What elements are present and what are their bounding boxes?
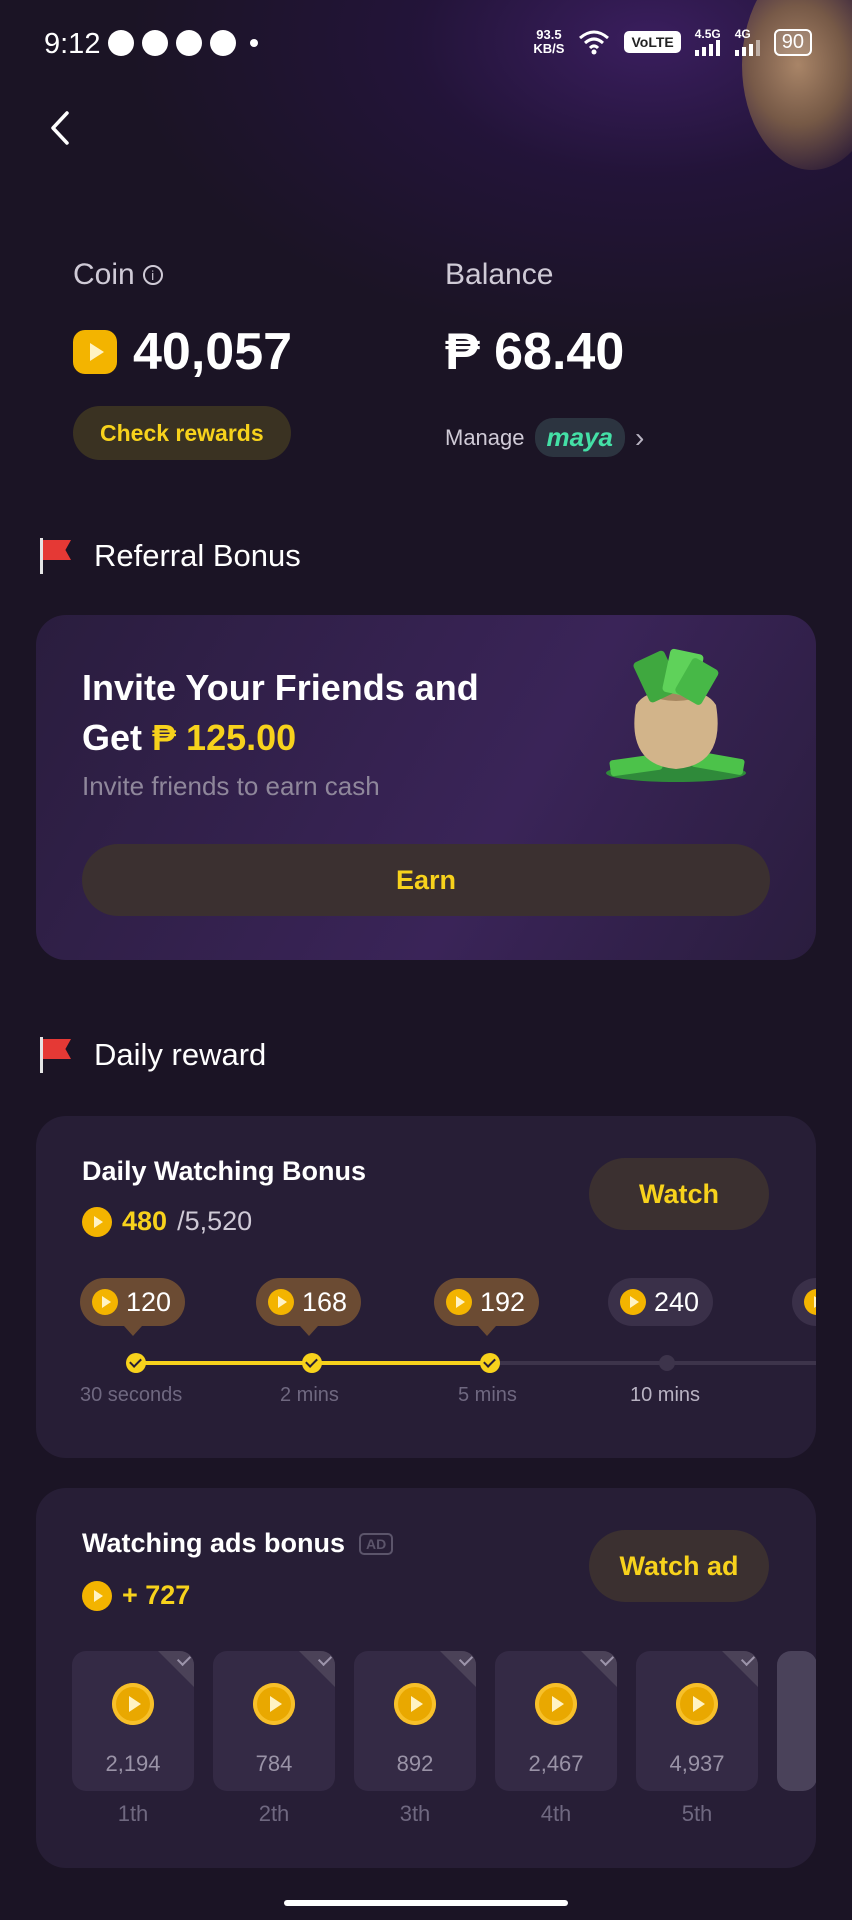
sim2-network: 4G bbox=[734, 28, 760, 56]
milestone-dot bbox=[659, 1355, 675, 1371]
network-speed: 93.5 KB/S bbox=[533, 27, 565, 56]
coin-amount: 40,057 bbox=[133, 323, 293, 381]
status-right: 93.5 KB/S VoLTE 4.5G 4G 90 bbox=[533, 28, 812, 56]
more-notifications-icon bbox=[250, 39, 258, 47]
daily-watching-title: Daily Watching Bonus bbox=[82, 1156, 367, 1186]
coin-label: Coin i bbox=[73, 258, 163, 292]
daily-progress: 480/5,520 bbox=[82, 1206, 252, 1237]
coin-icon bbox=[804, 1289, 816, 1315]
flag-icon bbox=[36, 536, 74, 576]
ad-reward-tile: 4,937 bbox=[636, 1651, 758, 1791]
coin-icon bbox=[268, 1289, 294, 1315]
milestone-dot bbox=[126, 1353, 146, 1373]
ad-tile-label: 5th bbox=[681, 1801, 713, 1826]
notification-icons bbox=[108, 30, 258, 56]
manage-label: Manage bbox=[445, 424, 525, 450]
coin-icon bbox=[253, 1683, 295, 1725]
ad-tag: AD bbox=[359, 1532, 394, 1555]
milestone-dot bbox=[302, 1353, 322, 1373]
ad-reward-tile: 2,194 bbox=[72, 1651, 194, 1791]
status-bar: 9:12 93.5 KB/S VoLTE 4.5G 4G 90 bbox=[0, 0, 852, 92]
watch-ad-button[interactable]: Watch ad bbox=[589, 1530, 769, 1602]
coin-balance: 40,057 bbox=[73, 322, 292, 382]
ads-title: Watching ads bonus AD bbox=[82, 1528, 394, 1559]
ads-bonus: + 727 bbox=[82, 1580, 190, 1611]
timeline-remaining-line bbox=[493, 1361, 816, 1365]
progress-total: /5,520 bbox=[177, 1206, 253, 1236]
milestone-badge-partial bbox=[792, 1278, 816, 1326]
coin-icon bbox=[535, 1683, 577, 1725]
milestone-badge: 120 bbox=[80, 1278, 186, 1336]
referral-reward: ₱ 125.00 bbox=[152, 717, 297, 758]
messenger-icon bbox=[108, 30, 134, 56]
flag-icon bbox=[36, 1035, 74, 1075]
referral-subtitle: Invite friends to earn cash bbox=[82, 771, 380, 801]
ad-tile-label: 3th bbox=[399, 1801, 431, 1826]
battery-indicator: 90 bbox=[773, 28, 812, 56]
ad-reward-tile-partial bbox=[777, 1651, 816, 1791]
slack-icon bbox=[210, 30, 236, 56]
messenger-icon bbox=[142, 30, 168, 56]
watching-ads-card: Watching ads bonus AD + 727 Watch ad 2,1… bbox=[36, 1488, 816, 1868]
coin-icon bbox=[73, 330, 117, 374]
milestone-time: 5 mins bbox=[458, 1384, 517, 1406]
coin-icon bbox=[92, 1289, 118, 1315]
watch-button[interactable]: Watch bbox=[589, 1158, 769, 1230]
info-icon[interactable]: i bbox=[142, 265, 163, 285]
signal-bars-icon bbox=[734, 40, 760, 56]
coin-icon bbox=[112, 1683, 154, 1725]
balance-amount: ₱ 68.40 bbox=[445, 323, 625, 381]
ad-reward-tile: 892 bbox=[354, 1651, 476, 1791]
coin-icon bbox=[676, 1683, 718, 1725]
coin-icon bbox=[394, 1683, 436, 1725]
chevron-left-icon bbox=[51, 111, 69, 145]
milestone-time: 2 mins bbox=[280, 1384, 339, 1406]
earn-button[interactable]: Earn bbox=[82, 844, 770, 916]
manage-maya-link[interactable]: Manage maya › bbox=[445, 418, 644, 457]
ad-reward-tile: 784 bbox=[213, 1651, 335, 1791]
back-button[interactable] bbox=[40, 104, 80, 152]
ad-reward-tile: 2,467 bbox=[495, 1651, 617, 1791]
coin-icon bbox=[82, 1206, 112, 1237]
money-bag-icon bbox=[606, 648, 746, 782]
milestone-badge: 192 bbox=[434, 1278, 540, 1336]
coin-icon bbox=[82, 1580, 112, 1611]
maya-logo: maya bbox=[534, 418, 626, 457]
milestone-time: 10 mins bbox=[630, 1384, 701, 1406]
signal-bars-icon bbox=[694, 40, 721, 56]
coin-icon bbox=[620, 1289, 646, 1315]
milestone-dot bbox=[480, 1353, 500, 1373]
progress-current: 480 bbox=[122, 1206, 168, 1236]
volte-badge: VoLTE bbox=[624, 31, 681, 53]
home-indicator[interactable] bbox=[284, 1900, 568, 1906]
daily-section-title: Daily reward bbox=[36, 1035, 266, 1075]
referral-title: Invite Your Friends and Get ₱ 125.00 bbox=[82, 667, 479, 758]
milestone-badge: 240 bbox=[608, 1278, 714, 1326]
daily-watching-card: Daily Watching Bonus 480/5,520 Watch 120… bbox=[36, 1116, 816, 1458]
check-rewards-button[interactable]: Check rewards bbox=[73, 406, 291, 460]
status-time: 9:12 bbox=[44, 28, 101, 60]
ad-tile-label: 4th bbox=[540, 1801, 572, 1826]
sim1-network: 4.5G bbox=[694, 28, 721, 56]
balance-label: Balance bbox=[445, 258, 554, 291]
ad-tile-label: 1th bbox=[117, 1801, 149, 1826]
referral-section-title: Referral Bonus bbox=[36, 536, 301, 576]
wifi-icon bbox=[579, 30, 610, 55]
referral-card: Invite Your Friends and Get ₱ 125.00 Inv… bbox=[36, 615, 816, 960]
ad-tile-label: 2th bbox=[258, 1801, 290, 1826]
milestone-badge: 168 bbox=[256, 1278, 362, 1336]
milestone-time: 30 seconds bbox=[80, 1384, 183, 1406]
coin-icon bbox=[446, 1289, 472, 1315]
chat-icon bbox=[176, 30, 202, 56]
chevron-right-icon: › bbox=[635, 421, 645, 453]
